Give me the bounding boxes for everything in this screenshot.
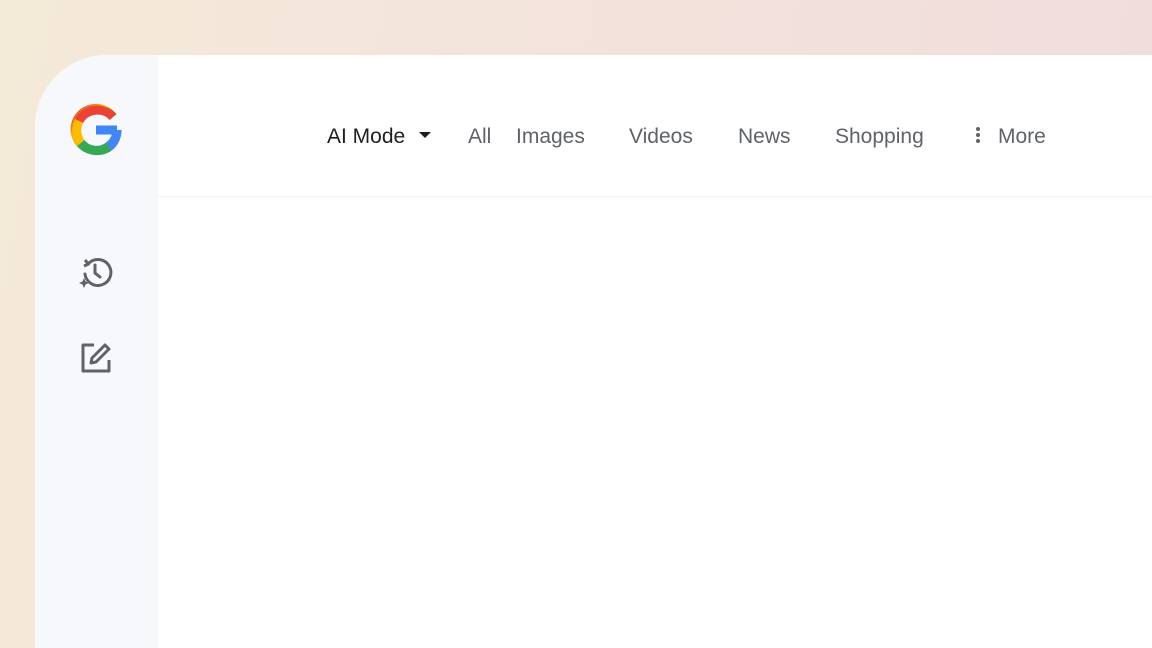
tab-images[interactable]: Images <box>516 123 585 151</box>
tab-ai-mode[interactable]: AI Mode <box>327 123 432 151</box>
tab-more[interactable]: More <box>976 123 1046 151</box>
sidebar <box>35 55 158 648</box>
new-chat-button[interactable] <box>75 340 115 380</box>
browser-window: AI Mode All Images Videos News Shopping … <box>35 55 1152 648</box>
tab-news[interactable]: News <box>738 123 791 151</box>
more-vert-icon <box>976 125 980 145</box>
tab-videos[interactable]: Videos <box>629 123 693 151</box>
caret-down-icon <box>419 132 432 139</box>
history-button[interactable] <box>75 254 115 294</box>
google-logo-icon[interactable] <box>69 103 123 157</box>
tab-ai-mode-label: AI Mode <box>327 125 406 148</box>
edit-square-icon <box>76 339 114 382</box>
tab-shopping[interactable]: Shopping <box>835 123 924 151</box>
tab-all[interactable]: All <box>468 123 491 151</box>
history-sparkle-icon <box>76 253 114 296</box>
search-tabs-bar: AI Mode All Images Videos News Shopping … <box>158 55 1152 197</box>
tab-more-label: More <box>998 125 1046 148</box>
